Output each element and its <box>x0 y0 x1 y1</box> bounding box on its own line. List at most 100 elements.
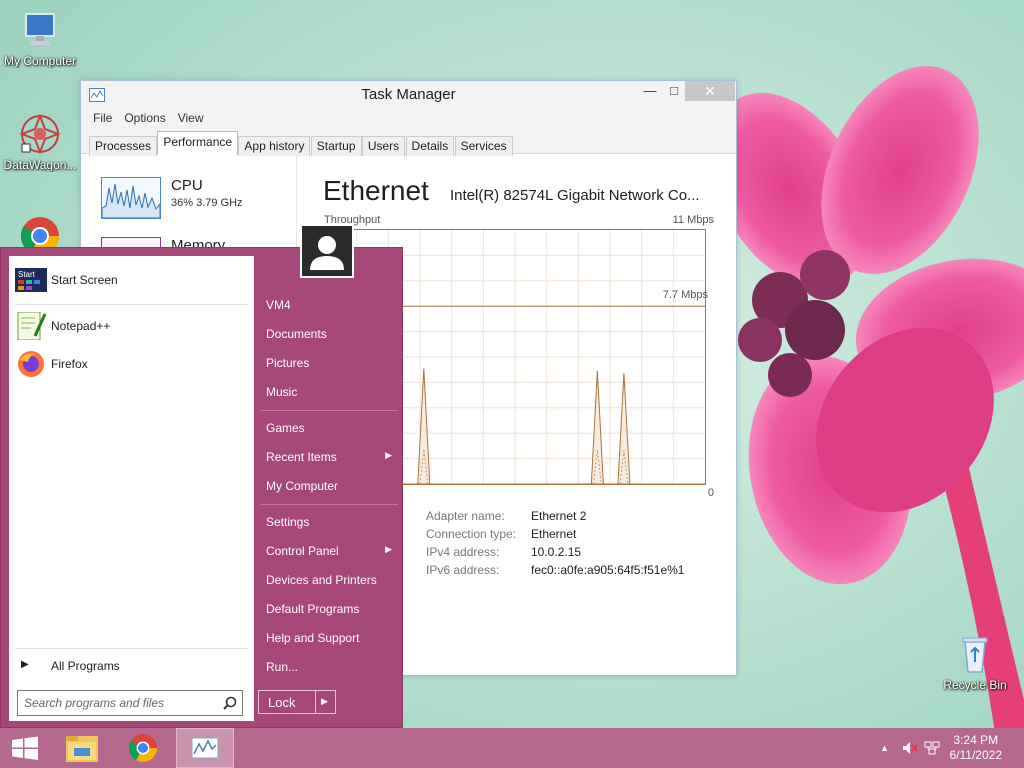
tab-users[interactable]: Users <box>361 136 406 156</box>
desktop-icon-label: Recycle Bin <box>943 678 1007 692</box>
windows-logo-icon <box>12 736 38 760</box>
task-manager-icon <box>191 737 219 759</box>
start-item-settings[interactable]: Settings <box>266 515 396 529</box>
info-key: IPv6 address: <box>426 563 500 577</box>
pinned-item-label: Firefox <box>51 357 88 371</box>
datawagon-icon <box>18 112 62 156</box>
start-item-label: Control Panel <box>266 544 339 558</box>
title-bar[interactable]: Task Manager — □ ✕ <box>81 81 736 109</box>
start-item-label: Settings <box>266 515 310 529</box>
user-account-picture[interactable] <box>300 224 354 278</box>
clock-time: 3:24 PM <box>953 733 999 747</box>
start-item-documents[interactable]: Documents <box>266 327 396 341</box>
lock-label: Lock <box>268 695 296 710</box>
menu-view[interactable]: View <box>172 109 210 127</box>
pinned-item-label: Notepad++ <box>51 319 111 333</box>
start-item-devices-and-printers[interactable]: Devices and Printers <box>266 573 396 587</box>
close-button[interactable]: ✕ <box>685 81 735 101</box>
submenu-arrow-icon: ▶ <box>385 544 392 554</box>
divider <box>15 304 248 305</box>
divider <box>315 691 316 713</box>
taskbar: ▲ 3:24 PM 6/11/2022 <box>0 728 1024 768</box>
info-value: Ethernet 2 <box>531 509 587 523</box>
start-item-label: Games <box>266 421 305 435</box>
desktop-icon-datawagon[interactable]: DataWagon... <box>2 112 78 172</box>
start-item-label: Help and Support <box>266 631 360 645</box>
divider <box>260 504 398 505</box>
start-item-label: Run... <box>266 660 299 674</box>
start-item-label: VM4 <box>266 298 291 312</box>
computer-icon <box>18 8 62 52</box>
all-programs-button[interactable]: ▶ All Programs <box>15 654 247 678</box>
perf-item-cpu[interactable]: CPU 36% 3.79 GHz <box>101 177 291 227</box>
recycle-bin-icon <box>953 632 997 676</box>
menu-file[interactable]: File <box>87 109 118 127</box>
info-key: IPv4 address: <box>426 545 500 559</box>
start-item-music[interactable]: Music <box>266 385 396 399</box>
tab-startup[interactable]: Startup <box>310 136 362 156</box>
divider <box>260 410 398 411</box>
start-item-label: Documents <box>266 327 327 341</box>
tab-services[interactable]: Services <box>454 136 513 156</box>
info-key: Connection type: <box>426 527 517 541</box>
throughput-spike <box>590 370 604 485</box>
clock[interactable]: 3:24 PM 6/11/2022 <box>950 733 1003 763</box>
start-item-my-computer[interactable]: My Computer <box>266 479 396 493</box>
adapter-description: Intel(R) 82574L Gigabit Network Co... <box>450 187 700 204</box>
start-menu: Start Start Screen Notepad++ Firefox ▶ A… <box>0 247 403 728</box>
svg-text:Start: Start <box>18 270 36 279</box>
clock-date: 6/11/2022 <box>949 748 1003 762</box>
chrome-icon <box>129 734 157 762</box>
start-item-run[interactable]: Run... <box>266 660 396 674</box>
start-item-recent-items[interactable]: Recent Items ▶ <box>266 450 396 464</box>
desktop-icon-recycle-bin[interactable]: Recycle Bin <box>937 632 1013 692</box>
info-key: Adapter name: <box>426 509 505 523</box>
start-item-help-and-support[interactable]: Help and Support <box>266 631 396 645</box>
pinned-item-firefox[interactable]: Firefox <box>15 346 247 382</box>
start-item-vm4[interactable]: VM4 <box>266 298 396 312</box>
pinned-item-notepadpp[interactable]: Notepad++ <box>15 308 247 344</box>
start-button[interactable] <box>0 728 58 768</box>
search-input[interactable] <box>18 691 214 715</box>
firefox-icon <box>15 350 47 378</box>
system-tray: ▲ 3:24 PM 6/11/2022 <box>864 728 1024 768</box>
start-item-default-programs[interactable]: Default Programs <box>266 602 396 616</box>
network-icon[interactable] <box>924 741 940 758</box>
notepadpp-icon <box>15 311 47 341</box>
desktop-icon-my-computer[interactable]: My Computer <box>2 8 78 68</box>
desktop-icon-label: My Computer <box>3 54 77 68</box>
volume-muted-icon[interactable] <box>902 741 918 758</box>
tab-app-history[interactable]: App history <box>238 136 311 156</box>
start-item-label: Devices and Printers <box>266 573 377 587</box>
info-value: fec0::a0fe:a905:64f5:f51e%1 <box>531 563 685 577</box>
taskbar-chrome[interactable] <box>114 728 172 768</box>
search-icon[interactable] <box>223 696 237 710</box>
menu-bar: File Options View <box>81 109 736 129</box>
start-menu-places-pane: VM4 Documents Pictures Music Games Recen… <box>258 248 404 729</box>
start-item-games[interactable]: Games <box>266 421 396 435</box>
start-item-label: Pictures <box>266 356 310 370</box>
start-item-pictures[interactable]: Pictures <box>266 356 396 370</box>
pinned-item-start-screen[interactable]: Start Start Screen <box>15 262 247 298</box>
start-item-label: Music <box>266 385 298 399</box>
divider <box>15 648 248 649</box>
lock-button[interactable]: Lock ▶ <box>258 690 336 714</box>
tab-performance[interactable]: Performance <box>157 131 239 155</box>
search-box[interactable] <box>17 690 243 716</box>
info-value: Ethernet <box>531 527 577 541</box>
tab-details[interactable]: Details <box>405 136 455 156</box>
taskbar-file-explorer[interactable] <box>54 728 112 768</box>
menu-options[interactable]: Options <box>118 109 171 127</box>
chevron-right-icon[interactable]: ▶ <box>321 696 328 707</box>
show-hidden-icons-icon[interactable]: ▲ <box>880 743 889 753</box>
tab-processes[interactable]: Processes <box>89 136 158 156</box>
info-value: 10.0.2.15 <box>531 545 582 559</box>
submenu-arrow-icon: ▶ <box>385 450 392 460</box>
triangle-right-icon: ▶ <box>21 659 29 670</box>
taskbar-task-manager[interactable] <box>176 728 234 768</box>
folder-icon <box>66 736 98 762</box>
all-programs-label: All Programs <box>51 659 120 673</box>
start-item-label: Default Programs <box>266 602 360 616</box>
pinned-item-label: Start Screen <box>51 273 118 287</box>
start-item-control-panel[interactable]: Control Panel ▶ <box>266 544 396 558</box>
